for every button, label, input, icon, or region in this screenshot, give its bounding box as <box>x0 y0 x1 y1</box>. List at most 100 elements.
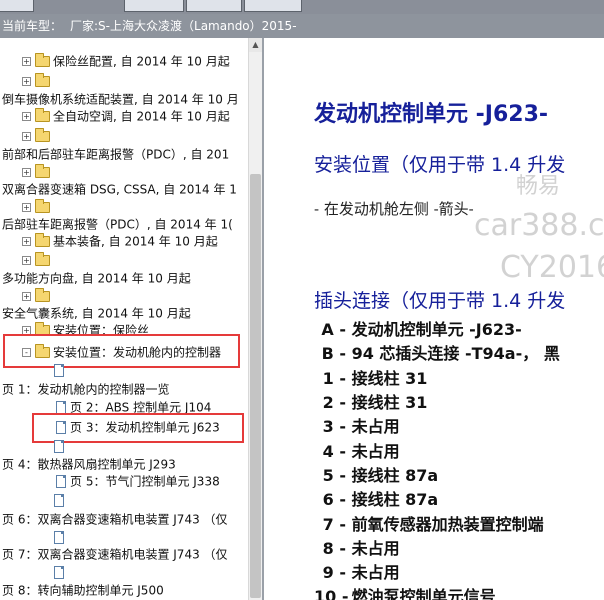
tree-item-fuse-config[interactable]: + 保险丝配置, 自 2014 年 10 月起 <box>22 52 230 70</box>
page-title: 发动机控制单元 -J623- <box>314 102 549 127</box>
document-icon <box>54 531 64 544</box>
pin-key: 9 - <box>322 563 346 582</box>
folder-icon <box>35 233 50 247</box>
tree-item-label: 双离合器变速箱 DSG, CSSA, 自 2014 年 1 <box>2 182 237 197</box>
tree-item-mf-steering-wheel[interactable]: 多功能方向盘, 自 2014 年 10 月起 <box>2 269 191 287</box>
pin-label: 接线柱 31 <box>351 393 428 412</box>
tree-expander[interactable]: + <box>22 198 53 216</box>
tree-item-page-1[interactable]: 页 1：发动机舱内的控制器一览 <box>2 380 169 398</box>
tree-scrollbar[interactable]: ▲ <box>248 38 262 600</box>
tree-doc-item[interactable] <box>54 528 68 546</box>
navigation-pane: + 保险丝配置, 自 2014 年 10 月起 + 倒车摄像机系统适配装置, 自 … <box>0 38 262 600</box>
toolbar <box>0 0 604 14</box>
pin-row: 2 - 接线柱 31 <box>314 389 428 413</box>
folder-icon <box>35 53 50 67</box>
pin-key: A - <box>321 320 346 339</box>
tree-item-page-7[interactable]: 页 7：双离合器变速箱机电装置 J743 （仅 <box>2 545 228 563</box>
tree-expander[interactable]: + <box>22 251 53 269</box>
expand-icon[interactable]: + <box>22 292 31 301</box>
tree-item-label: 后部驻车距离报警（PDC）, 自 2014 年 1( <box>2 217 233 232</box>
expand-icon[interactable]: + <box>22 112 31 121</box>
tree-item-page-8[interactable]: 页 8：转向辅助控制单元 J500 <box>2 581 164 599</box>
tree-item-label: 页 5：节气门控制单元 J338 <box>70 474 220 489</box>
tree-item-label: 页 6：双离合器变速箱机电装置 J743 （仅 <box>2 512 228 527</box>
document-icon <box>54 566 64 579</box>
toolbar-button[interactable] <box>124 0 184 12</box>
tree-expander[interactable]: + <box>22 72 53 90</box>
pin-label: 未占用 <box>351 539 400 558</box>
tree-item-label: 页 1：发动机舱内的控制器一览 <box>2 382 170 397</box>
current-model-value: 厂家:S-上海大众凌渡（Lamando）2015- <box>70 19 297 33</box>
pin-key: 10 - <box>314 587 349 600</box>
tree-expander[interactable]: + <box>22 127 53 145</box>
pin-key: 2 - <box>322 393 346 412</box>
expand-icon[interactable]: + <box>22 168 31 177</box>
tree-item-page-5[interactable]: 页 5：节气门控制单元 J338 <box>56 472 220 490</box>
tree-item-label: 安全气囊系统, 自 2014 年 10 月起 <box>2 306 191 321</box>
scrollbar-thumb[interactable] <box>250 174 261 598</box>
tree-expander[interactable]: + <box>22 287 53 305</box>
toolbar-button[interactable] <box>0 0 34 12</box>
expand-icon[interactable]: + <box>22 132 31 141</box>
current-model-bar: 当前车型： 厂家:S-上海大众凌渡（Lamando）2015- <box>0 14 604 38</box>
pin-label: 前氧传感器加热装置控制端 <box>351 515 544 534</box>
document-icon <box>54 494 64 507</box>
tree-item-airbag[interactable]: 安全气囊系统, 自 2014 年 10 月起 <box>2 304 191 322</box>
pin-row: 6 - 接线柱 87a <box>314 486 439 510</box>
folder-icon <box>35 288 50 302</box>
pin-key: 7 - <box>322 515 346 534</box>
tree-item-label: 多功能方向盘, 自 2014 年 10 月起 <box>2 271 191 286</box>
pin-label: 未占用 <box>351 563 400 582</box>
tree-doc-item[interactable] <box>54 563 68 581</box>
scroll-up-arrow-icon[interactable]: ▲ <box>249 38 262 52</box>
tree-item-dsg[interactable]: 双离合器变速箱 DSG, CSSA, 自 2014 年 1 <box>2 180 237 198</box>
pin-key: 4 - <box>322 442 346 461</box>
tree-item-basic-equipment[interactable]: + 基本装备, 自 2014 年 10 月起 <box>22 232 218 250</box>
pin-label: 发动机控制单元 -J623- <box>351 320 522 339</box>
toolbar-button[interactable] <box>186 0 242 12</box>
pin-key: 8 - <box>322 539 346 558</box>
pin-label: 未占用 <box>351 442 400 461</box>
expand-icon[interactable]: + <box>22 256 31 265</box>
toolbar-button[interactable] <box>244 0 302 12</box>
tree-item-label: 页 7：双离合器变速箱机电装置 J743 （仅 <box>2 547 228 562</box>
pin-label: 94 芯插头连接 -T94a-， 黑 <box>351 344 560 363</box>
section-heading-location: 安装位置（仅用于带 1.4 升发 <box>314 154 566 176</box>
tree-item-label: 页 4：散热器风扇控制单元 J293 <box>2 457 176 472</box>
watermark: CY2016 <box>500 250 604 285</box>
pin-key: 1 - <box>322 369 346 388</box>
tree-item-page-4[interactable]: 页 4：散热器风扇控制单元 J293 <box>2 455 176 473</box>
tree-item-rear-pdc[interactable]: 后部驻车距离报警（PDC）, 自 2014 年 1( <box>2 215 233 233</box>
tree-item-label: 全自动空调, 自 2014 年 10 月起 <box>53 109 230 124</box>
tree-doc-item[interactable] <box>54 361 68 379</box>
location-note: - 在发动机舱左侧 -箭头- <box>314 200 474 218</box>
pin-label: 未占用 <box>351 417 400 436</box>
pin-key: 5 - <box>322 466 346 485</box>
navigation-tree: + 保险丝配置, 自 2014 年 10 月起 + 倒车摄像机系统适配装置, 自 … <box>0 38 248 600</box>
tree-item-climatronic[interactable]: + 全自动空调, 自 2014 年 10 月起 <box>22 107 230 125</box>
pin-label: 燃油泵控制单元信号 <box>351 587 496 600</box>
expand-icon[interactable]: + <box>22 57 31 66</box>
tree-item-label: 页 8：转向辅助控制单元 J500 <box>2 583 164 598</box>
expand-icon[interactable]: + <box>22 77 31 86</box>
expand-icon[interactable]: + <box>22 237 31 246</box>
pin-row: 5 - 接线柱 87a <box>314 462 439 486</box>
pin-row: 7 - 前氧传感器加热装置控制端 <box>314 511 544 535</box>
pin-row: 4 - 未占用 <box>314 438 400 462</box>
tree-item-page-6[interactable]: 页 6：双离合器变速箱机电装置 J743 （仅 <box>2 510 228 528</box>
document-icon <box>56 475 66 488</box>
pin-key: 3 - <box>322 417 346 436</box>
pin-label: 接线柱 87a <box>351 466 439 485</box>
tree-expander[interactable]: + <box>22 163 53 181</box>
folder-icon <box>35 108 50 122</box>
expand-icon[interactable]: + <box>22 203 31 212</box>
tree-doc-item[interactable] <box>54 491 68 509</box>
tree-item-rear-camera[interactable]: 倒车摄像机系统适配装置, 自 2014 年 10 月 <box>2 90 239 108</box>
folder-icon <box>35 73 50 87</box>
section-heading-connectors: 插头连接（仅用于带 1.4 升发 <box>314 290 566 312</box>
pin-row: 3 - 未占用 <box>314 413 400 437</box>
tree-doc-item[interactable] <box>54 437 68 455</box>
tree-item-front-rear-pdc[interactable]: 前部和后部驻车距离报警（PDC）, 自 201 <box>2 145 229 163</box>
tree-item-label: 前部和后部驻车距离报警（PDC）, 自 201 <box>2 147 230 162</box>
watermark: car388.co <box>474 208 604 243</box>
